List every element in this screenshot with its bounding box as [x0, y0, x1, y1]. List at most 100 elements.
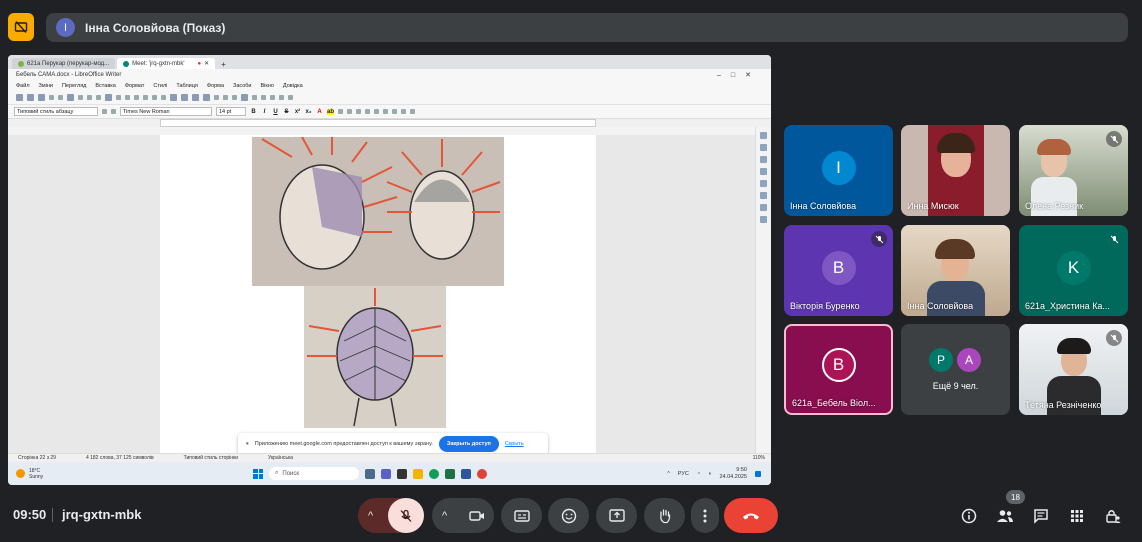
menu-item[interactable]: Стилі	[153, 83, 167, 89]
meeting-code[interactable]: jrq-gxtn-mbk	[62, 507, 141, 522]
writer-app-icon[interactable]	[461, 468, 471, 479]
notice-close-icon[interactable]: ⏸	[246, 441, 249, 448]
browser-tab-1[interactable]: 621а Перукар (перукар-мод...	[12, 58, 116, 69]
new-tab-icon[interactable]: +	[221, 60, 226, 69]
menu-item[interactable]: Перегляд	[62, 83, 86, 89]
chat-button[interactable]	[1030, 505, 1052, 527]
menu-item[interactable]: Форма	[207, 83, 224, 89]
bold-icon[interactable]: B	[250, 109, 257, 115]
align-left-icon[interactable]	[338, 109, 343, 114]
outdent-icon[interactable]	[401, 109, 406, 114]
paste-icon[interactable]	[105, 94, 112, 101]
leave-call-button[interactable]	[724, 498, 778, 533]
image-icon[interactable]	[181, 94, 188, 101]
manage-changes-icon[interactable]	[760, 216, 767, 223]
line-spacing-icon[interactable]	[410, 109, 415, 114]
shapes-icon[interactable]	[288, 95, 293, 100]
mic-options-chevron-icon[interactable]: ^	[368, 510, 373, 522]
align-center-icon[interactable]	[347, 109, 352, 114]
save-icon[interactable]	[38, 94, 45, 101]
superscript-icon[interactable]: x²	[294, 109, 301, 115]
participant-tile[interactable]: Тетяна Резніченко	[1019, 324, 1128, 415]
open-icon[interactable]	[27, 94, 34, 101]
font-name-select[interactable]: Times New Roman	[120, 107, 212, 116]
participant-tile[interactable]: B Вікторія Буренко	[784, 225, 893, 316]
volume-icon[interactable]: ◖	[708, 471, 711, 477]
field-icon[interactable]	[223, 95, 228, 100]
host-controls-button[interactable]	[1102, 505, 1124, 527]
indent-icon[interactable]	[392, 109, 397, 114]
camera-toggle-button[interactable]	[460, 498, 494, 533]
track-changes-icon[interactable]	[270, 95, 275, 100]
numbering-icon[interactable]	[383, 109, 388, 114]
captions-button[interactable]	[501, 498, 542, 533]
page-break-icon[interactable]	[214, 95, 219, 100]
participant-tile-active[interactable]: B 621а_Бебель Віол...	[784, 324, 893, 415]
hyperlink-icon[interactable]	[241, 94, 248, 101]
presentation-indicator-button[interactable]	[8, 13, 34, 41]
export-icon[interactable]	[49, 95, 54, 100]
more-options-button[interactable]	[691, 498, 719, 533]
menu-item[interactable]: Формат	[125, 83, 145, 89]
properties-icon[interactable]	[760, 144, 767, 151]
line-icon[interactable]	[279, 95, 284, 100]
participant-tile[interactable]: I Інна Соловйова	[784, 125, 893, 216]
teams-app-icon[interactable]	[381, 468, 391, 479]
window-controls-icon[interactable]: –□✕	[717, 71, 761, 79]
stop-sharing-button[interactable]: Закрыть доступ	[438, 436, 499, 452]
pdf-icon[interactable]	[58, 95, 63, 100]
clone-icon[interactable]	[116, 95, 121, 100]
special-char-icon[interactable]	[232, 95, 237, 100]
bullets-icon[interactable]	[374, 109, 379, 114]
sidebar-menu-icon[interactable]	[760, 132, 767, 139]
more-participants-tile[interactable]: P A Ещё 9 чел.	[901, 324, 1010, 415]
align-right-icon[interactable]	[356, 109, 361, 114]
strikethrough-icon[interactable]: S	[283, 109, 290, 115]
chrome-app-icon[interactable]	[477, 468, 487, 479]
input-language[interactable]: РУС	[678, 471, 689, 477]
menu-item[interactable]: Зміни	[39, 83, 53, 89]
style-inspector-icon[interactable]	[760, 204, 767, 211]
emoji-reactions-button[interactable]	[548, 498, 589, 533]
wifi-icon[interactable]: ◔	[697, 471, 700, 477]
styles-icon[interactable]	[760, 156, 767, 163]
menu-item[interactable]: Вікно	[261, 83, 274, 89]
edge-app-icon[interactable]	[429, 468, 439, 479]
camera-options-chevron-icon[interactable]: ^	[442, 510, 447, 522]
ruler[interactable]	[8, 119, 771, 127]
paragraph-style-select[interactable]: Типовий стиль абзацу	[14, 107, 98, 116]
undo-icon[interactable]	[125, 95, 130, 100]
copy-icon[interactable]	[96, 95, 101, 100]
menu-item[interactable]: Таблиця	[176, 83, 197, 89]
present-screen-button[interactable]	[596, 498, 637, 533]
redo-icon[interactable]	[134, 95, 139, 100]
subscript-icon[interactable]: x₂	[305, 109, 312, 115]
widgets-app-icon[interactable]	[365, 468, 375, 479]
participant-tile[interactable]: Інна Соловйова	[901, 225, 1010, 316]
taskbar-search[interactable]: ⌕ Поиск	[269, 467, 359, 480]
notification-icon[interactable]	[755, 470, 761, 477]
hide-notice-link[interactable]: Скрыть	[505, 441, 524, 447]
chart-icon[interactable]	[192, 94, 199, 101]
highlight-icon[interactable]: ab	[327, 108, 334, 115]
activities-button[interactable]	[1066, 505, 1088, 527]
weather-widget[interactable]: 18°C Sunny	[8, 468, 158, 480]
participant-tile[interactable]: Олена Резник	[1019, 125, 1128, 216]
tab-close-icon[interactable]: ✕	[204, 60, 209, 67]
windows-start-icon[interactable]	[253, 468, 263, 479]
font-size-select[interactable]: 14 pt	[216, 107, 246, 116]
new-style-icon[interactable]	[111, 109, 116, 114]
zoom-level[interactable]: 110%	[753, 455, 765, 461]
menu-item[interactable]: Файл	[16, 83, 30, 89]
spellcheck-icon[interactable]	[152, 95, 157, 100]
print-icon[interactable]	[67, 94, 74, 101]
underline-icon[interactable]: U	[272, 109, 279, 115]
camera-app-icon[interactable]	[397, 468, 407, 479]
justify-icon[interactable]	[365, 109, 370, 114]
new-doc-icon[interactable]	[16, 94, 23, 101]
menu-item[interactable]: Вставка	[95, 83, 115, 89]
browser-tab-2[interactable]: Meet: 'jrq-gxtn-mbk' ● ✕	[117, 58, 216, 69]
comment-icon[interactable]	[261, 95, 266, 100]
participant-tile[interactable]: K 621а_Христина Ка...	[1019, 225, 1128, 316]
document-page[interactable]	[160, 135, 596, 453]
